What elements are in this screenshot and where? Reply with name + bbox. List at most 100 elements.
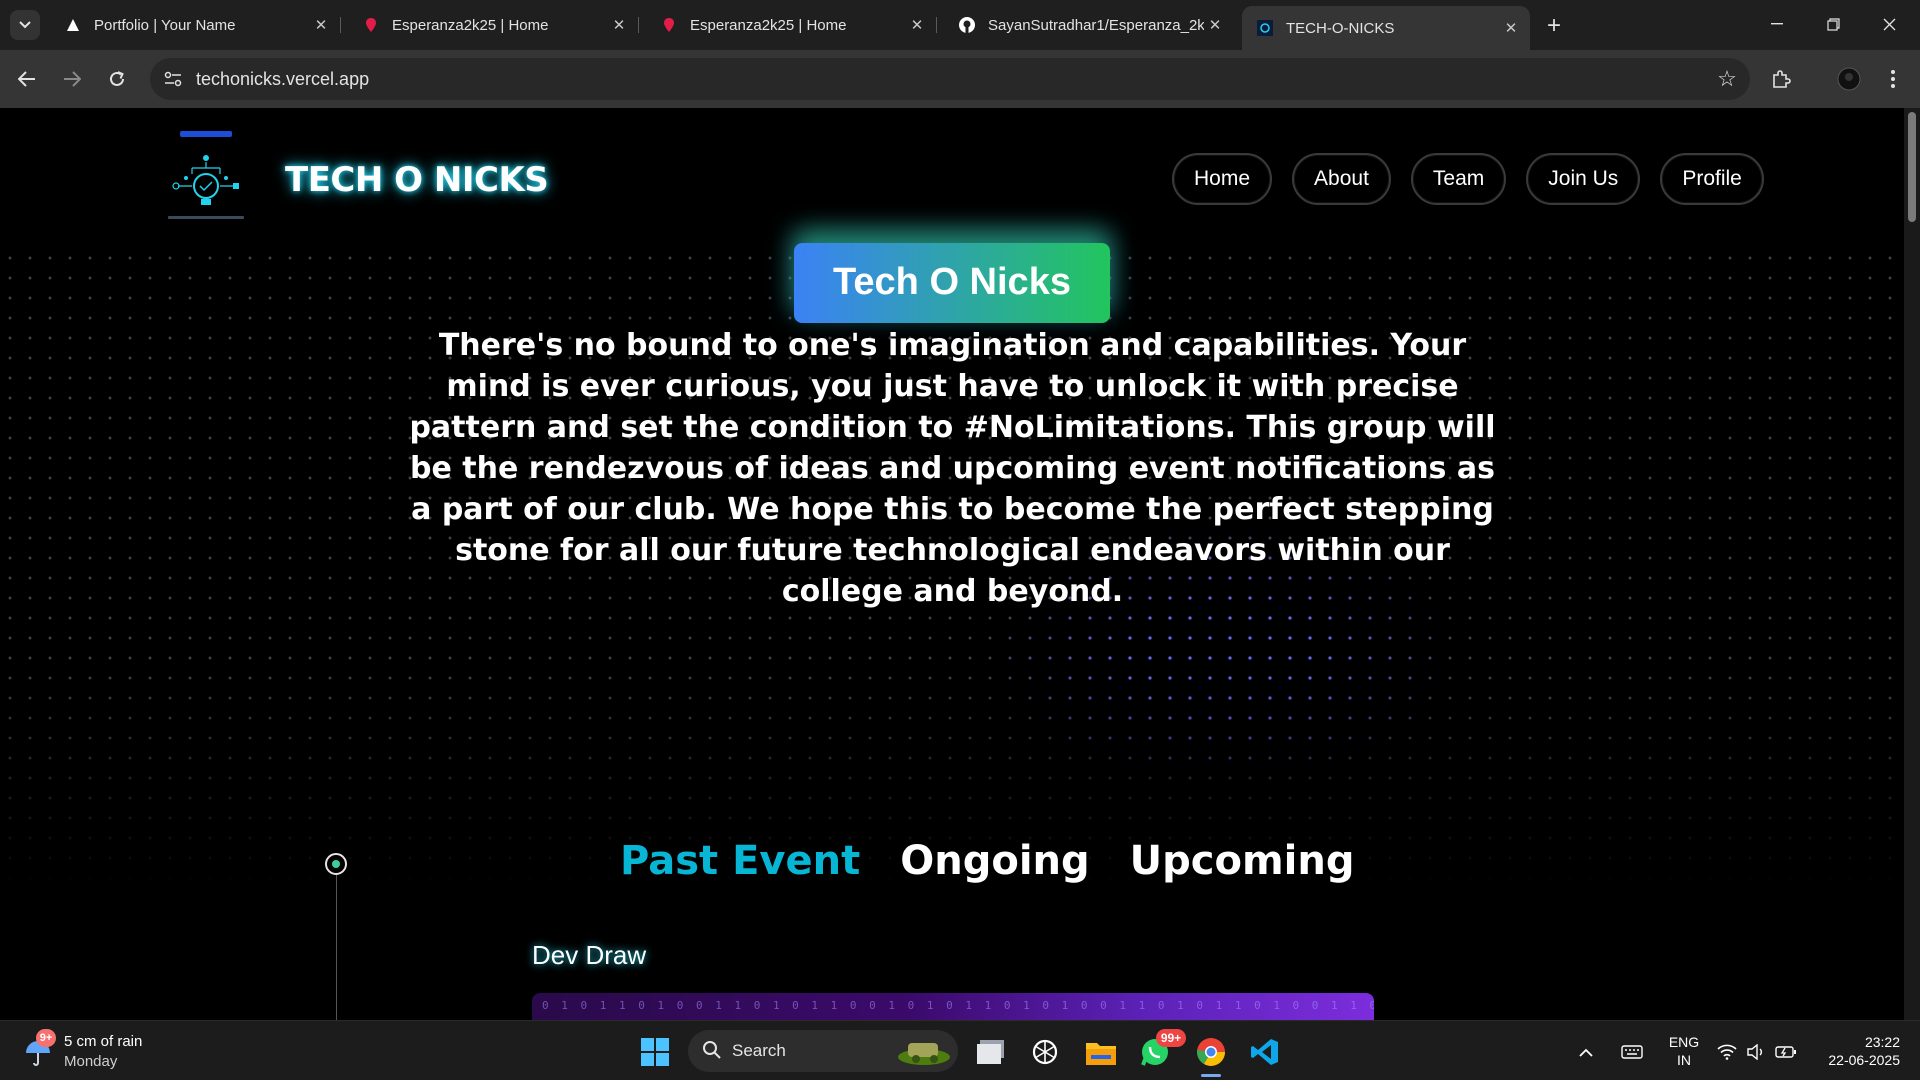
timeline-line <box>336 864 337 1020</box>
bookmark-star-icon[interactable]: ☆ <box>1714 66 1740 92</box>
volume-icon <box>1747 1044 1762 1060</box>
task-view-button[interactable] <box>972 1033 1010 1071</box>
input-language[interactable]: ENG IN <box>1666 1033 1702 1069</box>
puzzle-icon <box>1773 70 1791 88</box>
site-brand-title[interactable]: TECH O NICKS <box>285 160 549 200</box>
site-info-icon[interactable] <box>162 68 184 90</box>
browser-tab[interactable]: Esperanza2k25 | Home ✕ <box>348 8 639 42</box>
address-bar[interactable]: techonicks.vercel.app ☆ <box>150 58 1750 100</box>
red-pin-icon <box>362 16 380 34</box>
touch-keyboard-button[interactable] <box>1616 1033 1648 1071</box>
site-nav: Home About Team Join Us Profile <box>1172 153 1764 205</box>
lang-line1: ENG <box>1668 1034 1700 1050</box>
hero-description: There's no bound to one's imagination an… <box>409 328 1496 609</box>
forward-button[interactable] <box>57 64 87 94</box>
browser-tab[interactable]: Portfolio | Your Name ✕ <box>50 8 341 42</box>
browser-menu-button[interactable] <box>1878 64 1908 94</box>
vscode-app[interactable] <box>1246 1033 1284 1071</box>
battery-icon <box>1775 1046 1796 1058</box>
event-card-image[interactable]: 0 1 0 1 1 0 1 0 0 1 1 0 1 0 1 1 0 0 1 0 … <box>532 993 1374 1020</box>
nav-profile[interactable]: Profile <box>1660 153 1764 205</box>
kebab-menu-icon <box>1891 70 1895 88</box>
weather-widget[interactable]: 9+ 5 cm of rain Monday <box>22 1029 202 1073</box>
red-pin-icon <box>660 16 678 34</box>
tab-ongoing[interactable]: Ongoing <box>900 838 1089 884</box>
task-view-icon <box>977 1040 1004 1064</box>
browser-tab[interactable]: SayanSutradhar1/Esperanza_2k ✕ <box>944 8 1234 42</box>
site-header: TECH O NICKS Home About Team Join Us Pro… <box>0 108 1904 248</box>
close-icon[interactable]: ✕ <box>906 14 928 36</box>
system-clock[interactable]: 23:22 22-06-2025 <box>1810 1033 1900 1069</box>
scrollbar-thumb[interactable] <box>1908 112 1916 222</box>
back-button[interactable] <box>12 64 42 94</box>
browser-tab-active[interactable]: TECH-O-NICKS ✕ <box>1242 6 1530 50</box>
nav-join-us[interactable]: Join Us <box>1526 153 1641 205</box>
close-icon[interactable]: ✕ <box>1204 14 1226 36</box>
tab-past-event[interactable]: Past Event <box>620 838 860 884</box>
hero-title-button[interactable]: Tech O Nicks <box>794 243 1110 323</box>
folder-icon <box>1086 1043 1116 1065</box>
timeline-marker <box>325 853 347 875</box>
url-text[interactable]: techonicks.vercel.app <box>196 69 369 90</box>
close-icon[interactable]: ✕ <box>310 14 332 36</box>
web-page: TECH O NICKS Home About Team Join Us Pro… <box>0 108 1904 1020</box>
tab-search-button[interactable] <box>10 10 40 40</box>
active-app-indicator <box>1201 1074 1221 1077</box>
weather-badge: 9+ <box>36 1029 56 1047</box>
profile-avatar[interactable] <box>1834 64 1864 94</box>
windows-logo-icon <box>641 1038 669 1066</box>
tab-title: SayanSutradhar1/Esperanza_2k <box>988 16 1204 34</box>
file-explorer-app[interactable] <box>1082 1033 1120 1071</box>
chrome-icon <box>1197 1038 1225 1066</box>
openai-icon <box>1032 1039 1058 1065</box>
page-scrollbar[interactable] <box>1904 108 1920 1020</box>
minimize-icon <box>1771 23 1783 25</box>
site-logo[interactable] <box>162 128 250 228</box>
event-title: Dev Draw <box>532 940 647 970</box>
chrome-app[interactable] <box>1192 1033 1230 1077</box>
reload-icon <box>110 71 124 86</box>
browser-tab-strip: Portfolio | Your Name ✕ Esperanza2k25 | … <box>0 0 1920 50</box>
nav-team[interactable]: Team <box>1410 153 1507 205</box>
tab-title: TECH-O-NICKS <box>1286 19 1395 37</box>
notification-badge: 99+ <box>1156 1029 1186 1047</box>
weather-line2: Monday <box>64 1053 118 1070</box>
new-tab-button[interactable]: + <box>1540 12 1568 40</box>
tray-overflow-button[interactable] <box>1574 1033 1598 1071</box>
browser-toolbar: techonicks.vercel.app ☆ <box>0 50 1920 108</box>
forward-arrow-icon <box>64 71 81 87</box>
wifi-icon <box>1717 1044 1737 1060</box>
tab-title: Esperanza2k25 | Home <box>690 16 847 34</box>
triangle-icon <box>64 16 82 34</box>
close-icon[interactable]: ✕ <box>608 14 630 36</box>
restore-button[interactable] <box>1810 8 1856 40</box>
close-icon[interactable]: ✕ <box>1500 17 1522 39</box>
chatgpt-app[interactable] <box>1026 1033 1064 1071</box>
tab-upcoming[interactable]: Upcoming <box>1130 838 1355 884</box>
site-logo-icon <box>1256 19 1274 37</box>
minimize-button[interactable] <box>1754 8 1800 40</box>
close-icon <box>1883 18 1895 30</box>
chevron-up-icon <box>1579 1048 1593 1057</box>
restore-icon <box>1826 17 1840 31</box>
reload-button[interactable] <box>102 64 132 94</box>
back-arrow-icon <box>18 71 35 87</box>
search-highlight-icon <box>898 1043 950 1065</box>
close-window-button[interactable] <box>1866 8 1912 40</box>
browser-tab[interactable]: Esperanza2k25 | Home ✕ <box>646 8 937 42</box>
extensions-button[interactable] <box>1766 64 1796 94</box>
tab-title: Esperanza2k25 | Home <box>392 16 549 34</box>
binary-pattern: 0 1 0 1 1 0 1 0 0 1 1 0 1 0 1 1 0 0 1 0 … <box>542 999 1374 1012</box>
whatsapp-app[interactable]: 99+ <box>1136 1029 1186 1071</box>
event-tabs: Past Event Ongoing Upcoming <box>620 838 1354 884</box>
clock-time: 23:22 <box>1864 1034 1900 1050</box>
search-icon <box>703 1041 721 1059</box>
weather-line1: 5 cm of rain <box>64 1033 143 1050</box>
taskbar-search[interactable]: Search <box>688 1030 958 1072</box>
keyboard-icon <box>1621 1045 1643 1059</box>
clock-date: 22-06-2025 <box>1828 1052 1900 1068</box>
nav-about[interactable]: About <box>1292 153 1391 205</box>
start-button[interactable] <box>636 1033 674 1071</box>
nav-home[interactable]: Home <box>1172 153 1273 205</box>
quick-settings-button[interactable] <box>1712 1033 1802 1071</box>
